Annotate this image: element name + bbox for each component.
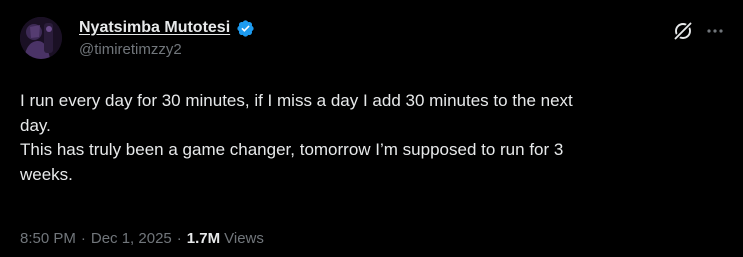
meta-separator: · [80, 230, 86, 247]
views-count: 1.7M [186, 230, 221, 247]
tweet-metadata: 8:50 PM · Dec 1, 2025 · 1.7M Views [20, 230, 264, 247]
tweet-text-line: This has truly been a game changer, tomo… [20, 140, 564, 159]
tweet-text-line: I run every day for 30 minutes, if I mis… [20, 91, 573, 110]
tweet-time[interactable]: 8:50 PM [20, 230, 76, 247]
grok-icon[interactable] [672, 20, 694, 42]
tweet-text-line: weeks. [20, 164, 73, 184]
more-options-icon[interactable] [705, 24, 725, 38]
meta-separator: · [176, 230, 182, 247]
profile-photo [20, 17, 62, 59]
tweet-text: I run every day for 30 minutes, if I mis… [20, 89, 730, 187]
views-label: Views [224, 230, 264, 247]
verified-badge-icon [236, 19, 255, 38]
author-handle[interactable]: @timiretimzzy2 [79, 41, 182, 58]
avatar[interactable] [20, 17, 62, 59]
author-display-name[interactable]: Nyatsimba Mutotesi [79, 19, 230, 37]
tweet-date[interactable]: Dec 1, 2025 [91, 230, 172, 247]
author-name-row: Nyatsimba Mutotesi [79, 17, 255, 39]
tweet-card: Nyatsimba Mutotesi @timiretimzzy2 I run … [0, 0, 743, 257]
tweet-text-line: day. [20, 115, 51, 135]
